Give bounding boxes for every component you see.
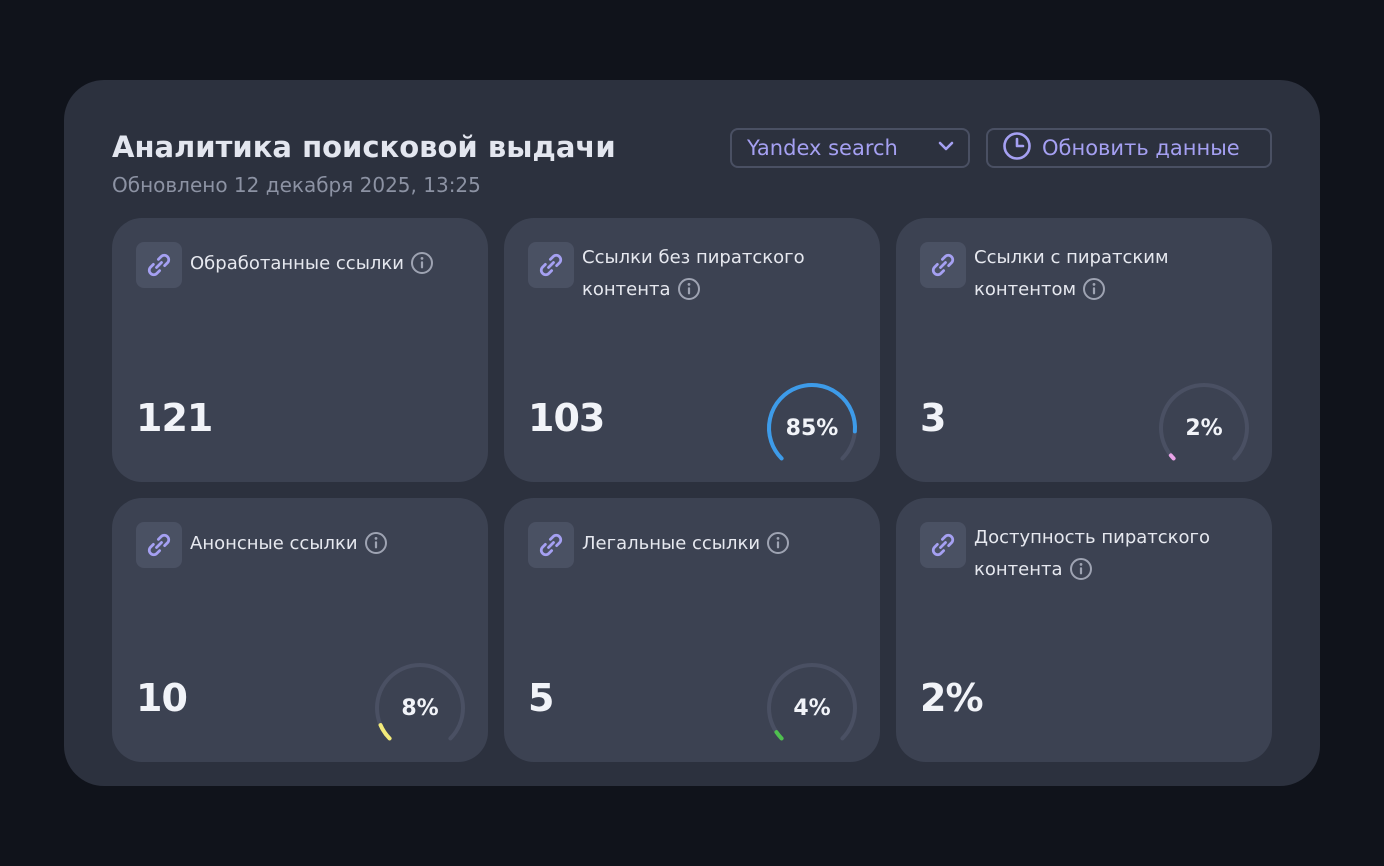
page-title: Аналитика поисковой выдачи [112,130,616,164]
link-icon [528,242,574,288]
percent-gauge: 2% [1154,378,1254,478]
info-icon[interactable] [766,531,790,566]
link-icon [136,522,182,568]
info-icon[interactable] [677,277,701,312]
link-icon [528,522,574,568]
metric-label: Легальные ссылки [582,528,850,566]
link-icon [920,522,966,568]
percent-gauge: 85% [762,378,862,478]
metric-card-processed-links: Обработанные ссылки 121 [112,218,488,482]
last-updated-text: Обновлено 12 декабря 2025, 13:25 [112,173,481,197]
analytics-panel: Аналитика поисковой выдачи Обновлено 12 … [64,80,1320,786]
metric-card-announcement-links: Анонсные ссылки 10 8% [112,498,488,762]
metric-value: 5 [528,676,554,720]
metric-label: Анонсные ссылки [190,528,458,566]
metric-value: 2% [920,676,984,720]
metric-value: 121 [136,396,213,440]
gauge-percent-label: 8% [401,695,439,721]
search-engine-select-value: Yandex search [747,136,898,160]
gauge-percent-label: 2% [1185,415,1223,441]
metric-label: Доступность пиратского контента [974,522,1242,592]
metric-label: Ссылки без пиратского контента [582,242,850,312]
metric-label: Ссылки с пиратским контентом [974,242,1242,312]
info-icon[interactable] [410,251,434,286]
metric-value: 10 [136,676,188,720]
metric-card-legal-links: Легальные ссылки 5 4% [504,498,880,762]
percent-gauge: 4% [762,658,862,758]
metric-card-links-with-piracy: Ссылки с пиратским контентом 3 2% [896,218,1272,482]
gauge-percent-label: 4% [793,695,831,721]
search-engine-select[interactable]: Yandex search [730,128,970,168]
metric-value: 103 [528,396,605,440]
clock-icon [1002,131,1032,166]
link-icon [136,242,182,288]
info-icon[interactable] [1082,277,1106,312]
link-icon [920,242,966,288]
metric-card-links-without-piracy: Ссылки без пиратского контента 103 85% [504,218,880,482]
metric-card-piracy-availability: Доступность пиратского контента 2% [896,498,1272,762]
metrics-grid: Обработанные ссылки 121 Ссылки без пират… [112,218,1272,762]
percent-gauge: 8% [370,658,470,758]
refresh-data-label: Обновить данные [1042,136,1240,160]
info-icon[interactable] [364,531,388,566]
chevron-down-icon [936,136,956,161]
metric-label: Обработанные ссылки [190,248,458,286]
gauge-percent-label: 85% [785,415,839,441]
info-icon[interactable] [1069,557,1093,592]
metric-value: 3 [920,396,946,440]
refresh-data-button[interactable]: Обновить данные [986,128,1272,168]
